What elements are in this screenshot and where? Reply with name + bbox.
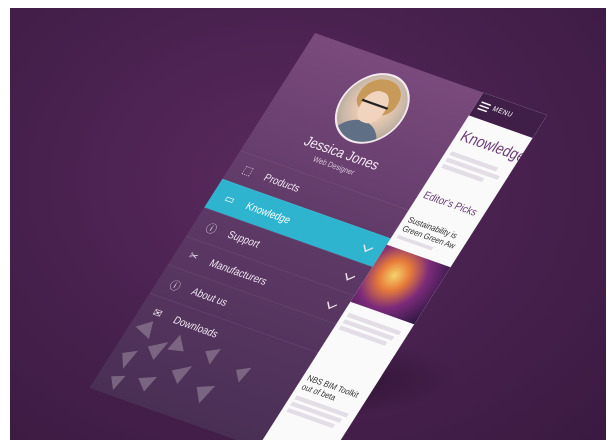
section-title: Editor's Picks — [420, 189, 480, 219]
menu-item-label: About us — [188, 285, 231, 309]
info-circle-icon: ⓘ — [166, 279, 183, 294]
menu-item-label: Knowledge — [243, 199, 294, 226]
chevron-down-icon[interactable] — [363, 241, 374, 253]
info-icon: ⓘ — [202, 222, 219, 237]
menu-item-label: Support — [225, 228, 263, 250]
chevron-down-icon[interactable] — [327, 298, 337, 310]
chat-bubble-icon: ▭ — [221, 192, 238, 207]
scene-background: Jessica Jones Web Designer ⬚ Products ▭ … — [10, 8, 606, 440]
phone-device: Jessica Jones Web Designer ⬚ Products ▭ … — [89, 33, 548, 440]
chevron-down-icon[interactable] — [345, 269, 356, 281]
menu-item-label: Products — [261, 171, 303, 195]
hamburger-icon[interactable] — [477, 101, 492, 113]
menu-button-label[interactable]: MENU — [491, 105, 515, 119]
box-icon: ⬚ — [240, 164, 256, 179]
tools-icon: ✂ — [186, 249, 201, 264]
avatar[interactable] — [320, 63, 425, 153]
